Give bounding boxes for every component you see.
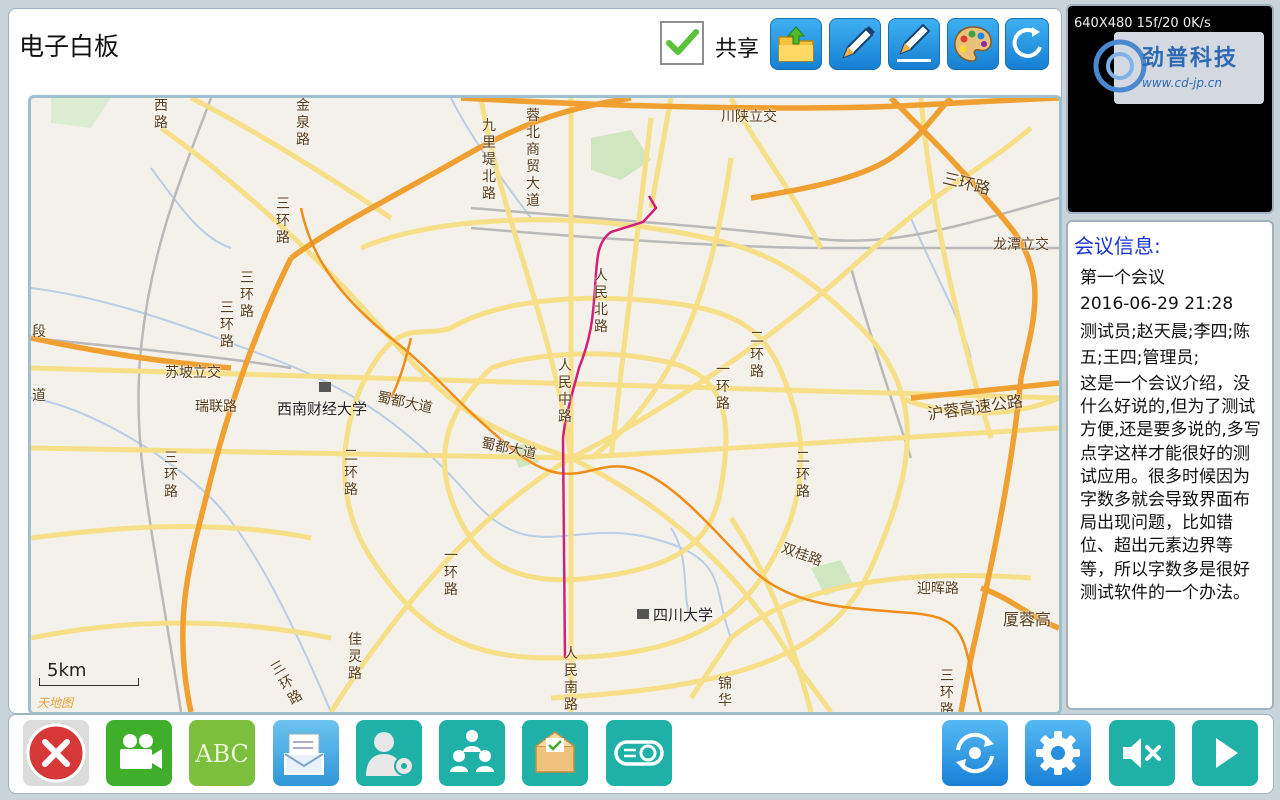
users-icon: [450, 730, 494, 772]
map-scale-bar: [39, 678, 139, 686]
video-preview[interactable]: 640X480 15f/20 0K/s 劲普科技 www.cd-jp.cn: [1066, 4, 1274, 214]
book-icon: [319, 382, 331, 392]
map-label: 段: [32, 324, 46, 340]
map-label: 三环路: [240, 270, 254, 320]
map-label: 三环路: [940, 668, 954, 715]
map-label: 厦蓉高: [1003, 610, 1052, 629]
camera-switch-icon: [956, 732, 994, 774]
mute-button[interactable]: [1109, 720, 1175, 786]
palette-button[interactable]: [947, 18, 999, 70]
share-checkbox[interactable]: [660, 21, 704, 65]
poi-scu[interactable]: 四川大学: [637, 604, 713, 625]
map-label: 三环路: [220, 300, 234, 350]
map-label: 川陕立交: [721, 109, 777, 125]
map-label: 三环路: [276, 196, 290, 246]
map-logo: 天地图: [37, 696, 74, 710]
mail-check-icon: [535, 731, 575, 773]
open-folder-button[interactable]: [770, 18, 822, 70]
vote-button[interactable]: [522, 720, 588, 786]
map-label: 人民南路: [564, 646, 578, 713]
brand-url: www.cd-jp.cn: [1142, 76, 1223, 90]
map-roads: [31, 98, 1059, 712]
exit-button[interactable]: [23, 720, 89, 786]
brand-logo-icon: [1093, 39, 1147, 93]
play-icon: [1216, 738, 1238, 768]
abc-text-icon: ABC: [194, 740, 249, 768]
palette-icon: [954, 26, 992, 62]
map-label: 人民北路: [594, 268, 608, 335]
map-label: 佳灵路: [348, 632, 362, 682]
poi-swufe[interactable]: 西南财经大学: [277, 382, 368, 419]
close-icon: [26, 723, 86, 783]
map-label: 迎晖路: [917, 581, 959, 597]
poi-label: 西南财经大学: [277, 400, 368, 418]
folder-upload-icon: [778, 26, 814, 62]
map-label: 一环路: [444, 548, 458, 598]
user-settings-icon: [366, 732, 414, 776]
map-label: 蓉北商贸大道: [526, 108, 540, 209]
book-icon: [637, 609, 649, 619]
checkmark-icon: [666, 29, 699, 55]
meeting-participants: 测试员;赵天晨;李四;陈五;王四;管理员;: [1080, 322, 1251, 368]
map-label: 二环路: [796, 450, 810, 500]
meeting-description: 这是一个会议介绍，没什么好说的,但为了测试方便,还是要多说的,多写点字这样才能很…: [1080, 374, 1261, 603]
map-label: 苏坡立交: [165, 365, 221, 381]
page-title: 电子白板: [19, 32, 120, 61]
map-label: 瑞联路: [195, 399, 237, 415]
settings-icon: [1036, 731, 1080, 775]
eraser-button[interactable]: [1005, 18, 1049, 70]
brand-name: 劲普科技: [1142, 46, 1239, 71]
map-label: 三环路: [164, 450, 178, 500]
switch-camera-button[interactable]: [942, 720, 1008, 786]
participants-button[interactable]: [439, 720, 505, 786]
text-button[interactable]: ABC: [189, 720, 255, 786]
pen-line-button[interactable]: [888, 18, 940, 70]
meeting-name: 第一个会议: [1080, 268, 1165, 288]
map-label: 人民中路: [558, 358, 572, 425]
svg-text:ABC: ABC: [194, 740, 249, 768]
meeting-datetime: 2016-06-29 21:28: [1080, 294, 1234, 314]
video-camera-icon: [120, 734, 162, 769]
map-label: 一环路: [716, 362, 730, 412]
map-label: 九里堤北路: [482, 118, 496, 202]
poi-label: 四川大学: [653, 606, 714, 624]
settings-button[interactable]: [1025, 720, 1091, 786]
video-button[interactable]: [106, 720, 172, 786]
pen-line-icon: [897, 23, 931, 62]
brand-watermark: 劲普科技 www.cd-jp.cn: [1093, 32, 1264, 104]
map-label: 道: [32, 388, 46, 404]
share-label: 共享: [715, 37, 760, 62]
mute-icon: [1123, 738, 1161, 768]
projector-icon: [614, 740, 664, 766]
projector-button[interactable]: [606, 720, 672, 786]
map-label: 二环路: [344, 448, 358, 498]
map-label: 龙潭立交: [993, 237, 1049, 253]
bottom-toolbar: ABC: [8, 714, 1274, 794]
meeting-info-title: 会议信息:: [1074, 234, 1161, 258]
video-stats: 640X480 15f/20 0K/s: [1074, 16, 1211, 31]
eraser-refresh-icon: [1012, 27, 1042, 58]
meeting-info-panel: 会议信息: 第一个会议 2016-06-29 21:28 测试员;赵天晨;李四;…: [1066, 220, 1274, 710]
message-button[interactable]: [273, 720, 339, 786]
map-label: 西路: [154, 98, 168, 131]
pen-button[interactable]: [829, 18, 881, 70]
map-label: 锦华: [718, 676, 732, 709]
map-canvas[interactable]: 川陕立交 龙潭立交 苏坡立交 沪蓉高速公路 厦蓉高 瑞联路 蜀都大道 蜀都大道 …: [28, 95, 1062, 715]
pen-icon: [842, 26, 875, 59]
play-button[interactable]: [1192, 720, 1258, 786]
map-label: 二环路: [750, 330, 764, 380]
map-label: 金泉路: [296, 98, 310, 148]
user-settings-button[interactable]: [356, 720, 422, 786]
message-icon: [284, 733, 324, 775]
whiteboard-panel: 电子白板 共享 川陕立交 龙潭立交 苏坡立交 沪蓉高速公路 厦蓉高 瑞联路 蜀都…: [8, 8, 1062, 715]
